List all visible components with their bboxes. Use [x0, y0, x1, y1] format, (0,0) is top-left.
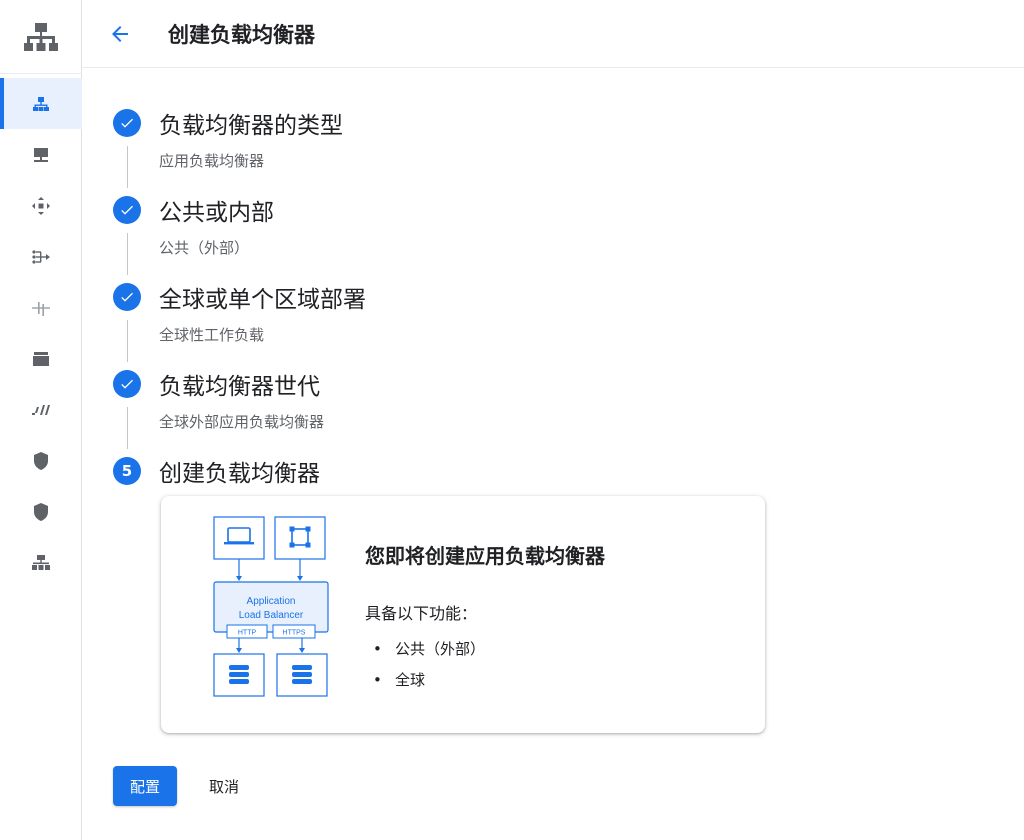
- step-2: 公共或内部 公共（外部）: [113, 191, 813, 278]
- service-mesh-icon: [32, 554, 50, 570]
- step-header[interactable]: 负载均衡器世代: [113, 365, 813, 403]
- cancel-button[interactable]: 取消: [192, 766, 256, 806]
- step-number: 5: [113, 457, 141, 485]
- database-icon: [229, 665, 249, 684]
- step-header[interactable]: 全球或单个区域部署: [113, 278, 813, 316]
- configure-button[interactable]: 配置: [113, 766, 177, 806]
- step-header[interactable]: 负载均衡器的类型: [113, 104, 813, 142]
- card-title: 您即将创建应用负载均衡器: [365, 544, 605, 568]
- summary-card: Application Load Balancer HTTP HTTPS 您即将…: [161, 496, 765, 733]
- app-root: 创建负载均衡器 负载均衡器的类型 应用负载均衡器 公共或内部 公共（外部） 全球…: [0, 0, 1024, 840]
- load-balancing-icon: [33, 96, 49, 111]
- rail-item-traffic-director[interactable]: [0, 231, 82, 282]
- step-title: 负载均衡器的类型: [159, 113, 343, 139]
- step-subtitle: 应用负载均衡器: [159, 152, 265, 170]
- cloud-cdn-icon: [32, 196, 50, 215]
- bullet-icon: •: [373, 640, 382, 658]
- network-services-icon: [24, 22, 58, 51]
- diagram-label-line2: Load Balancer: [239, 610, 304, 621]
- step-title: 公共或内部: [159, 200, 274, 226]
- check-circle-icon: [113, 370, 141, 398]
- back-button[interactable]: [98, 12, 142, 56]
- page-header: 创建负载均衡器: [82, 0, 1024, 68]
- step-header: 5 创建负载均衡器: [113, 452, 813, 490]
- rail-item-cloud-cdn[interactable]: [0, 180, 82, 231]
- client-box: [213, 516, 265, 560]
- service-directory-icon: [32, 301, 50, 316]
- traffic-director-icon: [32, 249, 50, 264]
- rail-item-cloud-dns[interactable]: [0, 129, 82, 180]
- step-subtitle: 公共（外部）: [159, 239, 250, 257]
- step-1: 负载均衡器的类型 应用负载均衡器: [113, 104, 813, 191]
- check-circle-icon: [113, 109, 141, 137]
- feature-text: 全球: [395, 671, 426, 689]
- step-body: 公共（外部）: [113, 229, 813, 278]
- check-circle-icon: [113, 283, 141, 311]
- product-logo[interactable]: [0, 0, 82, 74]
- diagram-label-line1: Application: [247, 596, 296, 607]
- rail-items: [0, 78, 82, 588]
- step-title: 全球或单个区域部署: [159, 287, 366, 313]
- rail-item-service-directory[interactable]: [0, 282, 82, 333]
- check-circle-icon: [113, 196, 141, 224]
- list-item: • 公共（外部）: [373, 638, 485, 669]
- feature-list: • 公共（外部） • 全球: [373, 638, 485, 700]
- port-http-label: HTTP: [238, 630, 257, 637]
- step-subtitle: 全球性工作负载: [159, 326, 265, 344]
- rail-item-load-balancing[interactable]: [0, 78, 82, 129]
- step-title: 创建负载均衡器: [159, 461, 320, 487]
- step-body: 全球外部应用负载均衡器: [113, 403, 813, 452]
- bullet-icon: •: [373, 671, 382, 689]
- rail-item-cloud-domains[interactable]: [0, 333, 82, 384]
- step-3: 全球或单个区域部署 全球性工作负载: [113, 278, 813, 365]
- rail-item-secure-web-proxy[interactable]: [0, 435, 82, 486]
- left-nav-rail: [0, 0, 82, 840]
- step-body: 全球性工作负载: [113, 316, 813, 365]
- step-header[interactable]: 公共或内部: [113, 191, 813, 229]
- step-5: 5 创建负载均衡器: [113, 452, 813, 490]
- database-icon: [292, 665, 312, 684]
- features-label: 具备以下功能：: [365, 604, 478, 623]
- rail-item-service-mesh[interactable]: [0, 537, 82, 588]
- rail-item-private-service-connect[interactable]: [0, 384, 82, 435]
- list-item: • 全球: [373, 669, 485, 700]
- rail-item-cloud-armor[interactable]: [0, 486, 82, 537]
- port-https-label: HTTPS: [283, 630, 306, 637]
- page-title: 创建负载均衡器: [168, 22, 315, 47]
- private-service-connect-icon: [32, 404, 50, 415]
- wizard-stepper: 负载均衡器的类型 应用负载均衡器 公共或内部 公共（外部） 全球或单个区域部署 …: [113, 104, 813, 490]
- secure-web-proxy-icon: [34, 451, 48, 470]
- cloud-dns-icon: [34, 147, 48, 162]
- step-body: 应用负载均衡器: [113, 142, 813, 191]
- step-title: 负载均衡器世代: [159, 374, 320, 400]
- client-box: [274, 516, 326, 560]
- feature-text: 公共（外部）: [395, 640, 486, 658]
- arrow-back-icon: [112, 25, 128, 42]
- cloud-domains-icon: [33, 351, 49, 366]
- application-load-balancer-diagram: Application Load Balancer HTTP HTTPS: [213, 516, 329, 697]
- cloud-armor-icon: [34, 502, 48, 521]
- step-4: 负载均衡器世代 全球外部应用负载均衡器: [113, 365, 813, 452]
- step-subtitle: 全球外部应用负载均衡器: [159, 413, 325, 431]
